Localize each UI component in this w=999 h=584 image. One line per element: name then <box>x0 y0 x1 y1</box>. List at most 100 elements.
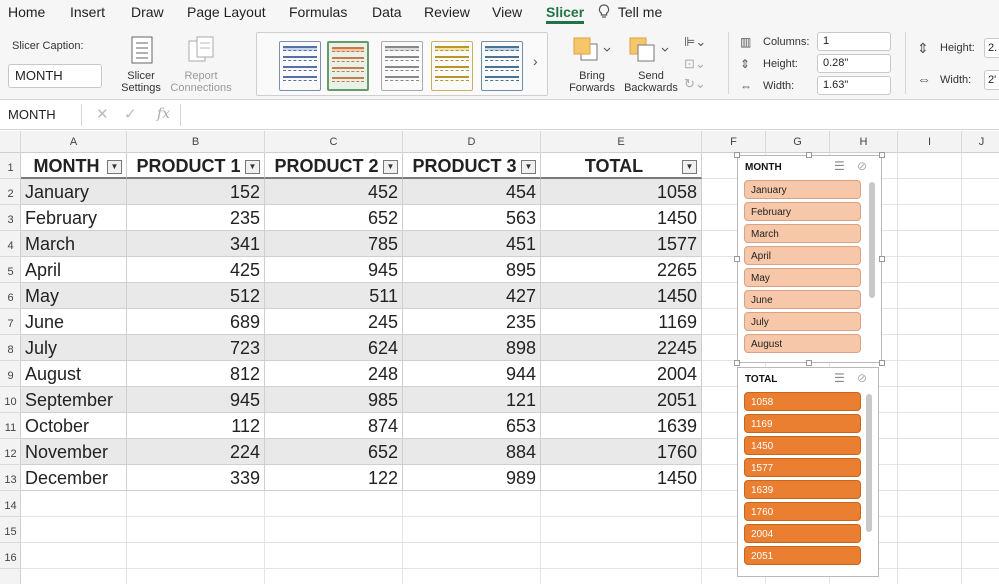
month-cell[interactable]: March <box>21 231 127 257</box>
month-slicer-item[interactable]: February <box>744 202 861 221</box>
empty-cell[interactable] <box>898 543 962 569</box>
empty-cell[interactable] <box>898 361 962 387</box>
filter-dropdown-icon[interactable]: ▼ <box>107 160 122 174</box>
slicer-caption-input[interactable]: MONTH <box>8 64 102 88</box>
filter-dropdown-icon[interactable]: ▼ <box>682 160 697 174</box>
value-cell[interactable]: 652 <box>265 205 403 231</box>
empty-cell[interactable] <box>962 465 999 491</box>
resize-handle[interactable] <box>734 152 740 158</box>
multi-select-icon[interactable]: ☰ <box>834 159 845 173</box>
row-header[interactable]: 10 <box>0 387 21 413</box>
row-header[interactable]: 13 <box>0 465 21 491</box>
month-slicer[interactable]: MONTH ☰ ⊘ January February March April May Ju… <box>737 155 882 363</box>
rotate-icon[interactable]: ↻⌄ <box>684 76 706 92</box>
value-cell[interactable]: 2245 <box>541 335 702 361</box>
value-cell[interactable]: 723 <box>127 335 265 361</box>
name-box[interactable]: MONTH <box>0 104 82 126</box>
select-all-corner[interactable] <box>0 131 21 153</box>
empty-cell[interactable] <box>127 543 265 569</box>
value-cell[interactable]: 945 <box>127 387 265 413</box>
tab-data[interactable]: Data <box>372 4 402 20</box>
row-header[interactable]: 2 <box>0 179 21 205</box>
value-cell[interactable]: 563 <box>403 205 541 231</box>
empty-cell[interactable] <box>541 517 702 543</box>
month-cell[interactable]: April <box>21 257 127 283</box>
value-cell[interactable]: 454 <box>403 179 541 205</box>
empty-cell[interactable] <box>898 387 962 413</box>
value-cell[interactable]: 122 <box>265 465 403 491</box>
value-cell[interactable]: 1450 <box>541 465 702 491</box>
empty-cell[interactable] <box>541 491 702 517</box>
col-header-h[interactable]: H <box>830 131 898 153</box>
resize-handle[interactable] <box>734 360 740 366</box>
total-slicer-item[interactable]: 2051 <box>744 546 861 565</box>
empty-cell[interactable] <box>541 543 702 569</box>
empty-cell[interactable] <box>898 179 962 205</box>
clear-filter-icon[interactable]: ⊘ <box>857 159 867 173</box>
columns-input[interactable]: 1 <box>817 32 891 51</box>
value-cell[interactable]: 245 <box>265 309 403 335</box>
empty-cell[interactable] <box>21 491 127 517</box>
total-slicer-item[interactable]: 1760 <box>744 502 861 521</box>
month-cell[interactable]: February <box>21 205 127 231</box>
empty-cell[interactable] <box>962 517 999 543</box>
empty-cell[interactable] <box>962 361 999 387</box>
value-cell[interactable]: 452 <box>265 179 403 205</box>
value-cell[interactable]: 1639 <box>541 413 702 439</box>
tab-formulas[interactable]: Formulas <box>289 4 347 20</box>
month-cell[interactable]: September <box>21 387 127 413</box>
month-cell[interactable]: November <box>21 439 127 465</box>
formula-input[interactable] <box>180 104 999 126</box>
value-cell[interactable]: 235 <box>127 205 265 231</box>
resize-handle[interactable] <box>806 360 812 366</box>
row-header[interactable]: 12 <box>0 439 21 465</box>
empty-cell[interactable] <box>962 309 999 335</box>
value-cell[interactable]: 898 <box>403 335 541 361</box>
row-header[interactable]: 14 <box>0 491 21 517</box>
value-cell[interactable]: 2051 <box>541 387 702 413</box>
value-cell[interactable]: 152 <box>127 179 265 205</box>
tab-insert[interactable]: Insert <box>70 4 105 20</box>
send-backwards-button[interactable]: Send Backwards <box>622 32 680 96</box>
empty-cell[interactable] <box>898 205 962 231</box>
slicer-style-gray[interactable] <box>381 41 423 91</box>
empty-cell[interactable] <box>127 517 265 543</box>
total-slicer-item[interactable]: 2004 <box>744 524 861 543</box>
row-header[interactable]: 4 <box>0 231 21 257</box>
empty-cell[interactable] <box>403 543 541 569</box>
value-cell[interactable]: 2265 <box>541 257 702 283</box>
col-header-g[interactable]: G <box>766 131 830 153</box>
row-header[interactable]: 5 <box>0 257 21 283</box>
value-cell[interactable]: 425 <box>127 257 265 283</box>
month-slicer-item[interactable]: June <box>744 290 861 309</box>
month-slicer-item[interactable]: January <box>744 180 861 199</box>
value-cell[interactable]: 248 <box>265 361 403 387</box>
total-slicer[interactable]: TOTAL ☰ ⊘ 1058 1169 1450 1577 1639 1760 2004 20… <box>737 367 879 577</box>
shape-height-input[interactable]: 2. <box>984 38 999 58</box>
resize-handle[interactable] <box>879 360 885 366</box>
value-cell[interactable]: 339 <box>127 465 265 491</box>
table-header-cell[interactable]: PRODUCT 1 ▼ <box>127 153 265 179</box>
empty-cell[interactable] <box>962 543 999 569</box>
button-height-input[interactable]: 0.28" <box>817 54 891 73</box>
value-cell[interactable]: 652 <box>265 439 403 465</box>
table-header-cell[interactable]: PRODUCT 2 ▼ <box>265 153 403 179</box>
empty-cell[interactable] <box>898 569 962 584</box>
month-cell[interactable]: October <box>21 413 127 439</box>
value-cell[interactable]: 653 <box>403 413 541 439</box>
row-header[interactable]: 3 <box>0 205 21 231</box>
value-cell[interactable]: 1058 <box>541 179 702 205</box>
total-slicer-item[interactable]: 1450 <box>744 436 861 455</box>
col-header-a[interactable]: A <box>21 131 127 153</box>
month-cell[interactable]: July <box>21 335 127 361</box>
empty-cell[interactable] <box>898 517 962 543</box>
month-slicer-item[interactable]: July <box>744 312 861 331</box>
empty-cell[interactable] <box>265 569 403 584</box>
empty-cell[interactable] <box>403 569 541 584</box>
report-connections-button[interactable]: Report Connections <box>168 32 234 96</box>
month-cell[interactable]: December <box>21 465 127 491</box>
col-header-d[interactable]: D <box>403 131 541 153</box>
button-width-input[interactable]: 1.63" <box>817 76 891 95</box>
empty-cell[interactable] <box>403 491 541 517</box>
slicer-style-orange-selected[interactable] <box>327 41 369 91</box>
